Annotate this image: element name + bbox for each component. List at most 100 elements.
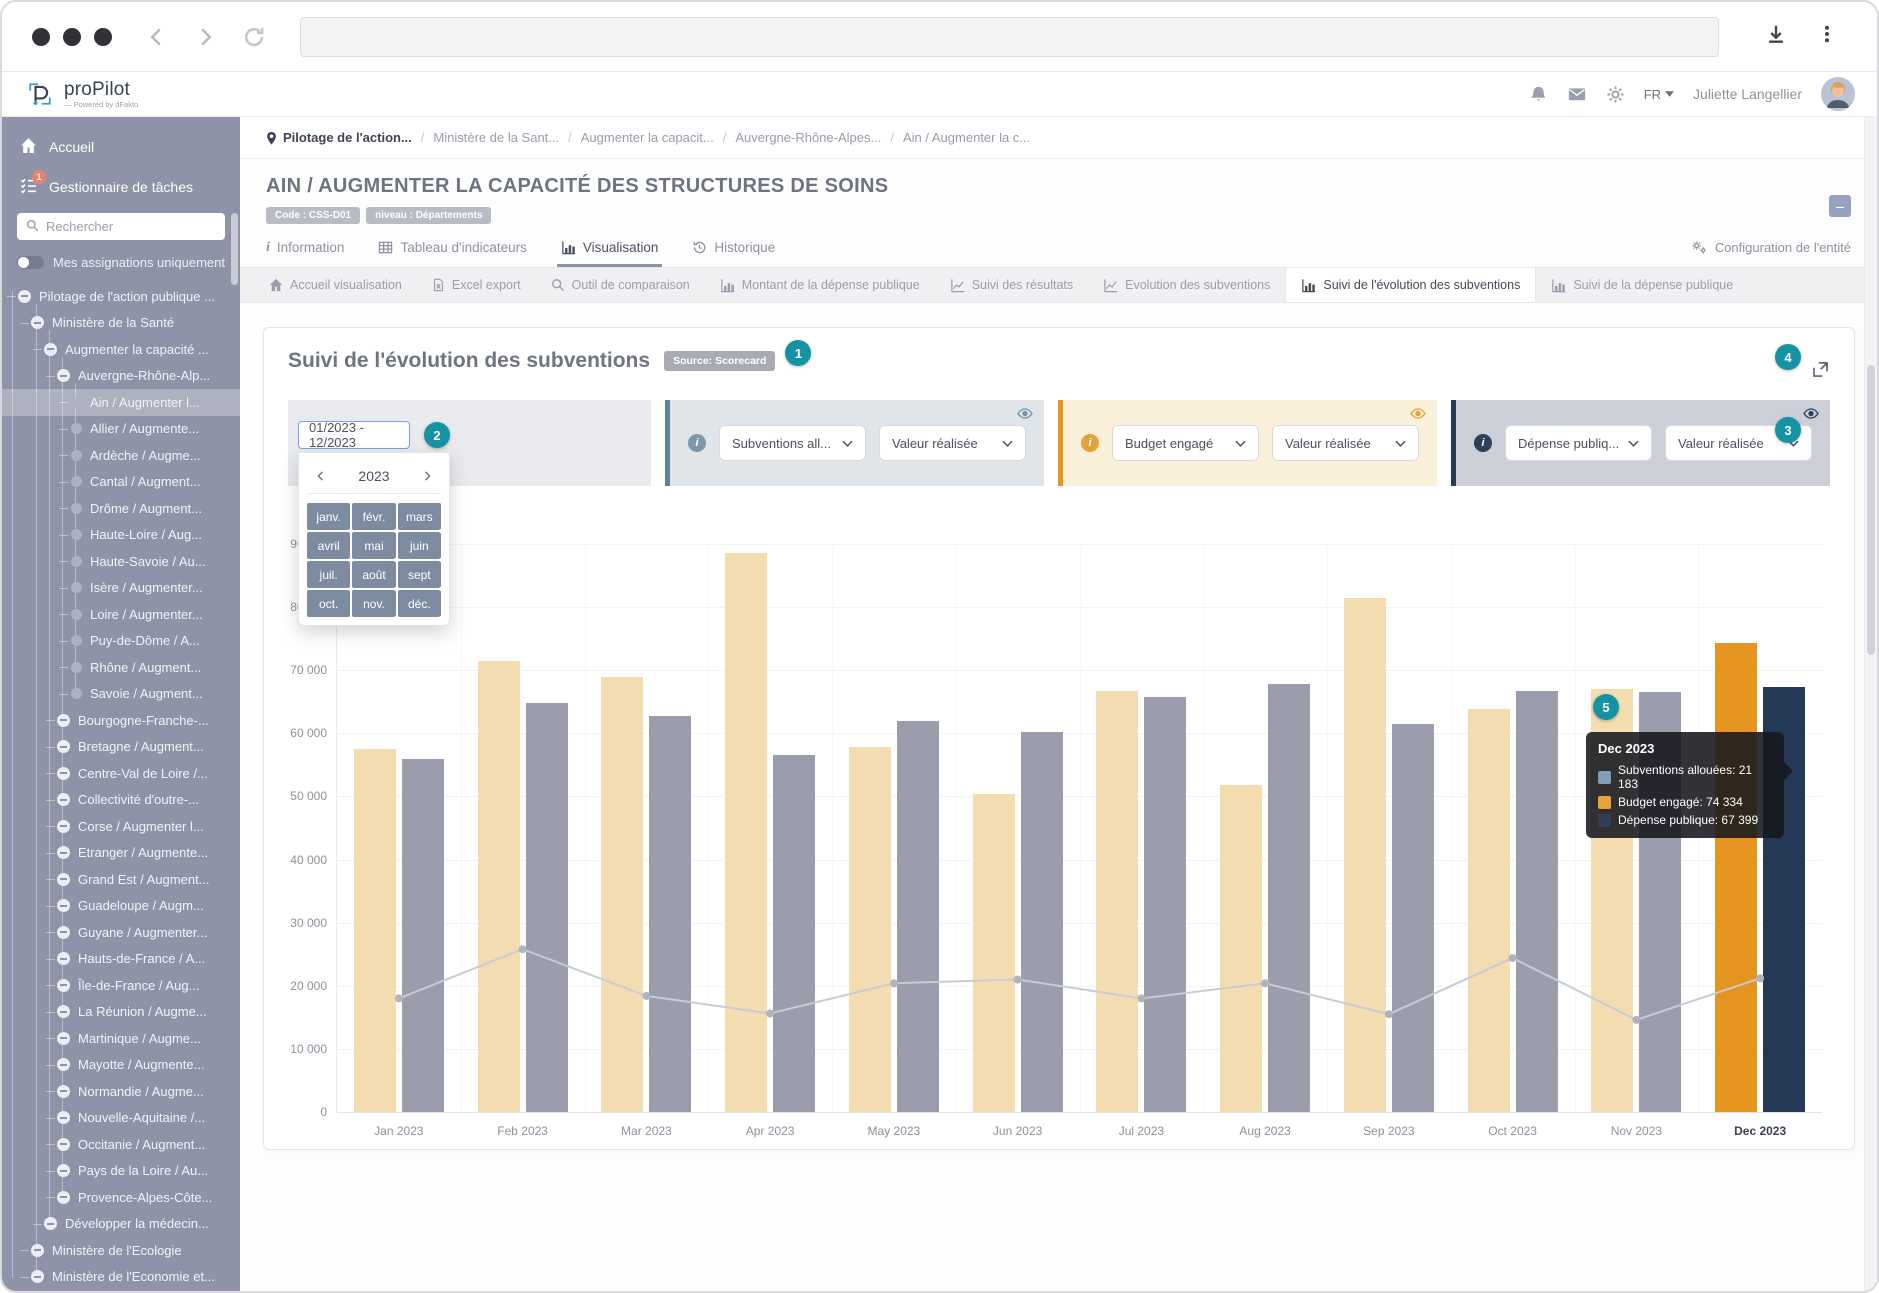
value-type-select[interactable]: Valeur réalisée [879, 425, 1026, 461]
collapse-node-icon[interactable] [57, 1138, 70, 1151]
tree-item[interactable]: Île-de-France / Aug... [2, 972, 240, 999]
subtab-suivi-de-l-volution-des-subventions[interactable]: Suivi de l'évolution des subventions [1285, 268, 1536, 302]
picker-month-nov[interactable]: nov. [352, 590, 395, 617]
tree-item[interactable]: Pays de la Loire / Au... [2, 1158, 240, 1185]
picker-month-janv[interactable]: janv. [307, 503, 350, 530]
tab-information[interactable]: iInformation [266, 240, 344, 267]
tree-item[interactable]: La Réunion / Augme... [2, 999, 240, 1026]
picker-month-août[interactable]: août [352, 561, 395, 588]
tab-tableau-d-indicateurs[interactable]: Tableau d'indicateurs [378, 240, 526, 267]
tree-item[interactable]: Normandie / Augme... [2, 1078, 240, 1105]
settings-gear-icon[interactable] [1606, 85, 1625, 104]
picker-month-oct[interactable]: oct. [307, 590, 350, 617]
breadcrumb-item[interactable]: Auvergne-Rhône-Alpes... [735, 130, 881, 145]
sidebar-scrollbar[interactable] [231, 213, 238, 285]
tree-item[interactable]: Martinique / Augme... [2, 1025, 240, 1052]
breadcrumb-item[interactable]: Augmenter la capacit... [581, 130, 714, 145]
picker-month-mars[interactable]: mars [398, 503, 441, 530]
collapse-node-icon[interactable] [57, 1058, 70, 1071]
picker-month-fvr[interactable]: févr. [352, 503, 395, 530]
tree-item[interactable]: Grand Est / Augment... [2, 866, 240, 893]
picker-month-juil[interactable]: juil. [307, 561, 350, 588]
tree-item[interactable]: Ministère de l'Economie et... [2, 1264, 240, 1291]
value-type-select[interactable]: Valeur réalisée [1272, 425, 1419, 461]
date-range-input[interactable]: 01/2023 - 12/2023 [298, 421, 410, 449]
forward-icon[interactable] [194, 26, 216, 48]
back-icon[interactable] [146, 26, 168, 48]
sidebar-item-task-manager[interactable]: 1 Gestionnaire de tâches [2, 167, 240, 207]
picker-month-mai[interactable]: mai [352, 532, 395, 559]
picker-next-year-icon[interactable] [421, 470, 433, 482]
tree-item[interactable]: Corse / Augmenter l... [2, 813, 240, 840]
tree-item[interactable]: Mayotte / Augmente... [2, 1052, 240, 1079]
tree-item[interactable]: Bourgogne-Franche-... [2, 707, 240, 734]
collapse-node-icon[interactable] [57, 926, 70, 939]
collapse-node-icon[interactable] [44, 343, 57, 356]
collapse-node-icon[interactable] [57, 1191, 70, 1204]
page-scrollbar[interactable] [1864, 117, 1877, 1291]
visibility-eye-icon[interactable] [1017, 408, 1033, 419]
collapse-node-icon[interactable] [57, 369, 70, 382]
tree-item[interactable]: Hauts-de-France / A... [2, 946, 240, 973]
collapse-node-icon[interactable] [57, 1085, 70, 1098]
messages-envelope-icon[interactable] [1567, 84, 1587, 104]
user-name[interactable]: Juliette Langellier [1693, 86, 1802, 102]
search-input[interactable]: Rechercher [17, 213, 225, 240]
refresh-icon[interactable] [242, 25, 266, 49]
download-icon[interactable] [1765, 23, 1787, 50]
collapse-node-icon[interactable] [57, 820, 70, 833]
tree-item[interactable]: Drôme / Augment... [2, 495, 240, 522]
tree-item[interactable]: Ministère de la Santé [2, 310, 240, 337]
tree-item[interactable]: Loire / Augmenter... [2, 601, 240, 628]
tree-item[interactable]: Centre-Val de Loire /... [2, 760, 240, 787]
tree-item[interactable]: Ministère de l'Ecologie [2, 1237, 240, 1264]
tree-item[interactable]: Guadeloupe / Augm... [2, 893, 240, 920]
collapse-node-icon[interactable] [18, 290, 31, 303]
subtab-outil-de-comparaison[interactable]: Outil de comparaison [536, 268, 705, 302]
entity-configuration-button[interactable]: Configuration de l'entité [1691, 240, 1851, 267]
tree-item[interactable]: Auvergne-Rhône-Alp... [2, 363, 240, 390]
tree-item[interactable]: Guyane / Augmenter... [2, 919, 240, 946]
expand-chart-icon[interactable] [1811, 360, 1830, 379]
picker-month-sept[interactable]: sept [398, 561, 441, 588]
tab-historique[interactable]: Historique [692, 240, 775, 267]
picker-month-avril[interactable]: avril [307, 532, 350, 559]
subtab-montant-de-la-d-pense-publique[interactable]: Montant de la dépense publique [705, 268, 935, 302]
picker-prev-year-icon[interactable] [315, 470, 327, 482]
indicator-select[interactable]: Dépense publiq... [1505, 425, 1652, 461]
scrollbar-thumb[interactable] [1867, 365, 1875, 655]
url-bar[interactable] [300, 17, 1719, 57]
collapse-node-icon[interactable] [31, 1270, 44, 1283]
subtab-accueil-visualisation[interactable]: Accueil visualisation [254, 268, 417, 302]
tree-item[interactable]: Allier / Augmente... [2, 416, 240, 443]
breadcrumb-item[interactable]: Ain / Augmenter la c... [903, 130, 1030, 145]
collapse-node-icon[interactable] [57, 846, 70, 859]
tree-item[interactable]: Isère / Augmenter... [2, 575, 240, 602]
collapse-node-icon[interactable] [57, 740, 70, 753]
tree-item[interactable]: Augmenter la capacité ... [2, 336, 240, 363]
indicator-select[interactable]: Budget engagé [1112, 425, 1259, 461]
picker-year[interactable]: 2023 [358, 468, 389, 484]
collapse-node-icon[interactable] [57, 1005, 70, 1018]
breadcrumb-item[interactable]: Pilotage de l'action... [266, 130, 412, 145]
collapse-node-icon[interactable] [31, 316, 44, 329]
tree-item[interactable]: Développer la médecin... [2, 1211, 240, 1238]
collapse-node-icon[interactable] [57, 1164, 70, 1177]
subtab-evolution-des-subventions[interactable]: Evolution des subventions [1088, 268, 1285, 302]
indicator-select[interactable]: Subventions all... [719, 425, 866, 461]
tree-item[interactable]: Bretagne / Augment... [2, 734, 240, 761]
tree-item[interactable]: Provence-Alpes-Côte... [2, 1184, 240, 1211]
tree-item[interactable]: Occitanie / Augment... [2, 1131, 240, 1158]
visibility-eye-icon[interactable] [1410, 408, 1426, 419]
collapse-node-icon[interactable] [57, 1111, 70, 1124]
tree-item[interactable]: Rhône / Augment... [2, 654, 240, 681]
assignments-toggle[interactable] [17, 256, 44, 269]
tree-item[interactable]: Cantal / Augment... [2, 469, 240, 496]
window-dot-icon[interactable] [32, 28, 50, 46]
collapse-node-icon[interactable] [57, 714, 70, 727]
tree-item[interactable]: Ardèche / Augme... [2, 442, 240, 469]
collapse-node-icon[interactable] [57, 952, 70, 965]
picker-month-dc[interactable]: déc. [398, 590, 441, 617]
tree-item[interactable]: Savoie / Augment... [2, 681, 240, 708]
collapse-node-icon[interactable] [44, 1217, 57, 1230]
